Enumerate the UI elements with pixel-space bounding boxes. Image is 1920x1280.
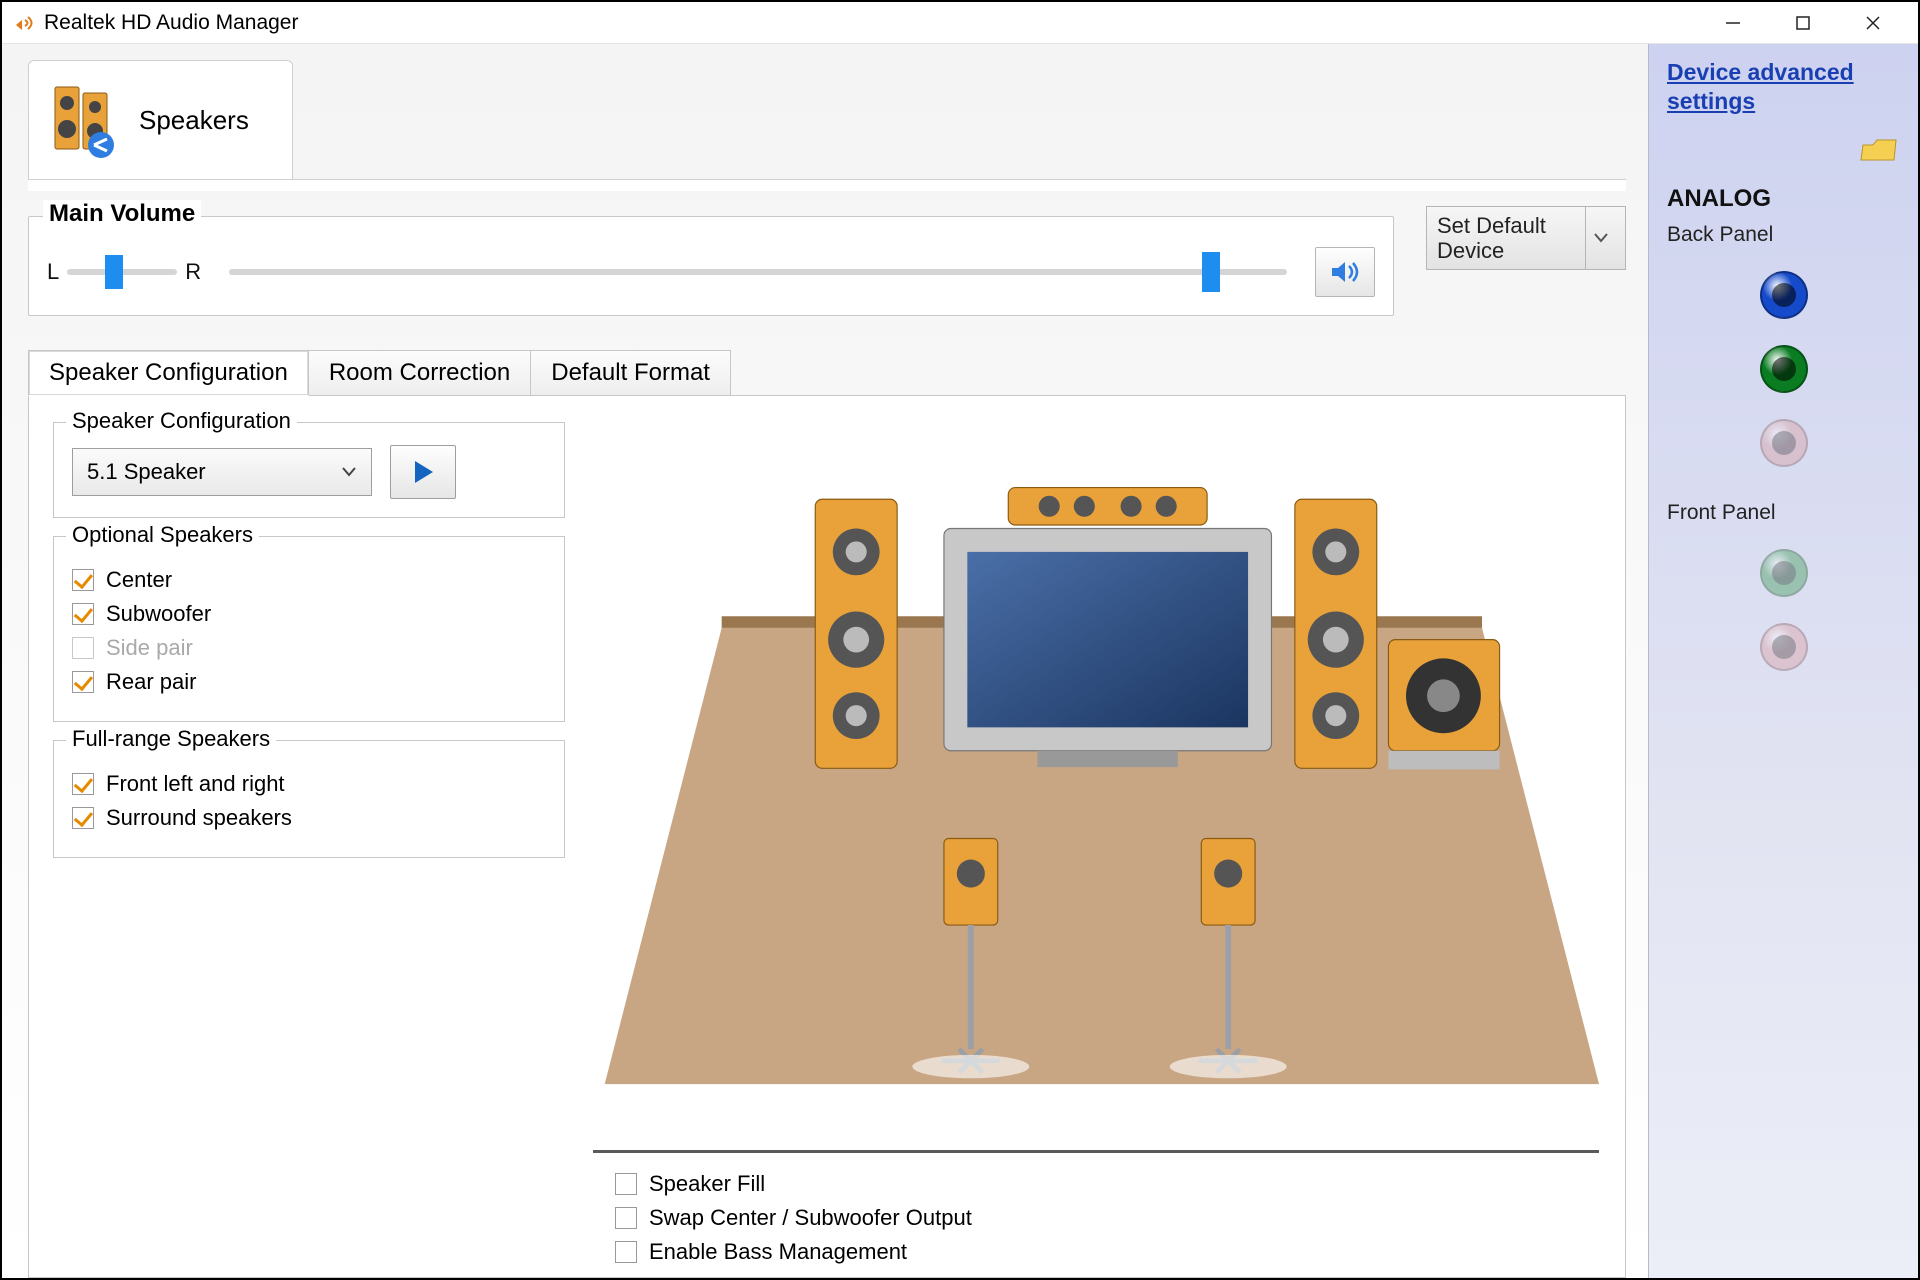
set-default-device-label: Set Default Device (1437, 213, 1585, 264)
checkbox-center-label: Center (106, 567, 172, 593)
master-volume-slider[interactable] (229, 269, 1287, 275)
tab-speaker-configuration[interactable]: Speaker Configuration (28, 350, 309, 396)
app-icon (12, 11, 36, 35)
folder-icon[interactable] (1860, 153, 1900, 170)
balance-slider[interactable]: L R (47, 259, 201, 285)
checkbox-surround-speakers-label: Surround speakers (106, 805, 292, 831)
device-tab-label: Speakers (139, 105, 249, 136)
optional-speakers-label: Optional Speakers (66, 522, 259, 548)
main-pane: Speakers Main Volume L R (2, 44, 1648, 1278)
balance-right-label: R (185, 259, 201, 285)
play-icon (408, 457, 438, 487)
checkbox-subwoofer-label: Subwoofer (106, 601, 211, 627)
speaker-configuration-panel: Speaker Configuration 5.1 Speaker (28, 395, 1626, 1278)
main-volume-label: Main Volume (43, 200, 201, 228)
front-panel-label: Front Panel (1667, 501, 1900, 525)
tab-default-format[interactable]: Default Format (530, 350, 731, 396)
checkbox-subwoofer[interactable]: Subwoofer (72, 601, 546, 627)
checkbox-speaker-fill[interactable]: Speaker Fill (615, 1171, 1599, 1197)
optional-speakers-group: Optional Speakers Center Subwoofer Side … (53, 536, 565, 722)
test-speakers-button[interactable] (390, 445, 456, 499)
balance-left-label: L (47, 259, 59, 285)
checkbox-swap-center-subwoofer-label: Swap Center / Subwoofer Output (649, 1205, 972, 1231)
checkbox-center[interactable]: Center (72, 567, 546, 593)
line-in-jack[interactable] (1760, 271, 1808, 319)
titlebar: Realtek HD Audio Manager (2, 2, 1918, 44)
checkbox-rear-pair-label: Rear pair (106, 669, 196, 695)
device-tab-speakers[interactable]: Speakers (28, 60, 293, 180)
window-title: Realtek HD Audio Manager (44, 11, 1698, 35)
close-button[interactable] (1838, 2, 1908, 44)
speaker-config-dropdown[interactable]: 5.1 Speaker (72, 448, 372, 496)
front-headphone-jack[interactable] (1760, 549, 1808, 597)
checkbox-speaker-fill-label: Speaker Fill (649, 1171, 765, 1197)
tab-room-correction[interactable]: Room Correction (308, 350, 531, 396)
checkbox-surround-speakers[interactable]: Surround speakers (72, 805, 546, 831)
checkbox-rear-pair[interactable]: Rear pair (72, 669, 546, 695)
chevron-down-icon (1585, 207, 1615, 269)
mic-jack[interactable] (1760, 419, 1808, 467)
speaker-layout-diagram (593, 410, 1599, 1153)
speakers-icon (45, 81, 125, 161)
main-volume-group: Main Volume L R (28, 216, 1394, 316)
device-advanced-settings-link[interactable]: Device advanced settings (1667, 58, 1900, 116)
connector-sidebar: Device advanced settings ANALOG Back Pan… (1648, 44, 1918, 1278)
back-panel-label: Back Panel (1667, 223, 1900, 247)
checkbox-swap-center-subwoofer[interactable]: Swap Center / Subwoofer Output (615, 1205, 1599, 1231)
mute-button[interactable] (1315, 247, 1375, 297)
front-mic-jack[interactable] (1760, 623, 1808, 671)
set-default-device-button[interactable]: Set Default Device (1426, 206, 1626, 270)
maximize-button[interactable] (1768, 2, 1838, 44)
line-out-jack[interactable] (1760, 345, 1808, 393)
minimize-button[interactable] (1698, 2, 1768, 44)
checkbox-enable-bass-management-label: Enable Bass Management (649, 1239, 907, 1265)
speaker-configuration-label: Speaker Configuration (66, 408, 297, 434)
speaker-configuration-group: Speaker Configuration 5.1 Speaker (53, 422, 565, 518)
checkbox-front-left-right-label: Front left and right (106, 771, 285, 797)
analog-section-title: ANALOG (1667, 185, 1900, 213)
full-range-speakers-label: Full-range Speakers (66, 726, 276, 752)
checkbox-side-pair: Side pair (72, 635, 546, 661)
checkbox-enable-bass-management[interactable]: Enable Bass Management (615, 1239, 1599, 1265)
speaker-config-selected: 5.1 Speaker (87, 459, 206, 485)
full-range-speakers-group: Full-range Speakers Front left and right… (53, 740, 565, 858)
checkbox-front-left-right[interactable]: Front left and right (72, 771, 546, 797)
chevron-down-icon (341, 466, 357, 478)
checkbox-side-pair-label: Side pair (106, 635, 193, 661)
